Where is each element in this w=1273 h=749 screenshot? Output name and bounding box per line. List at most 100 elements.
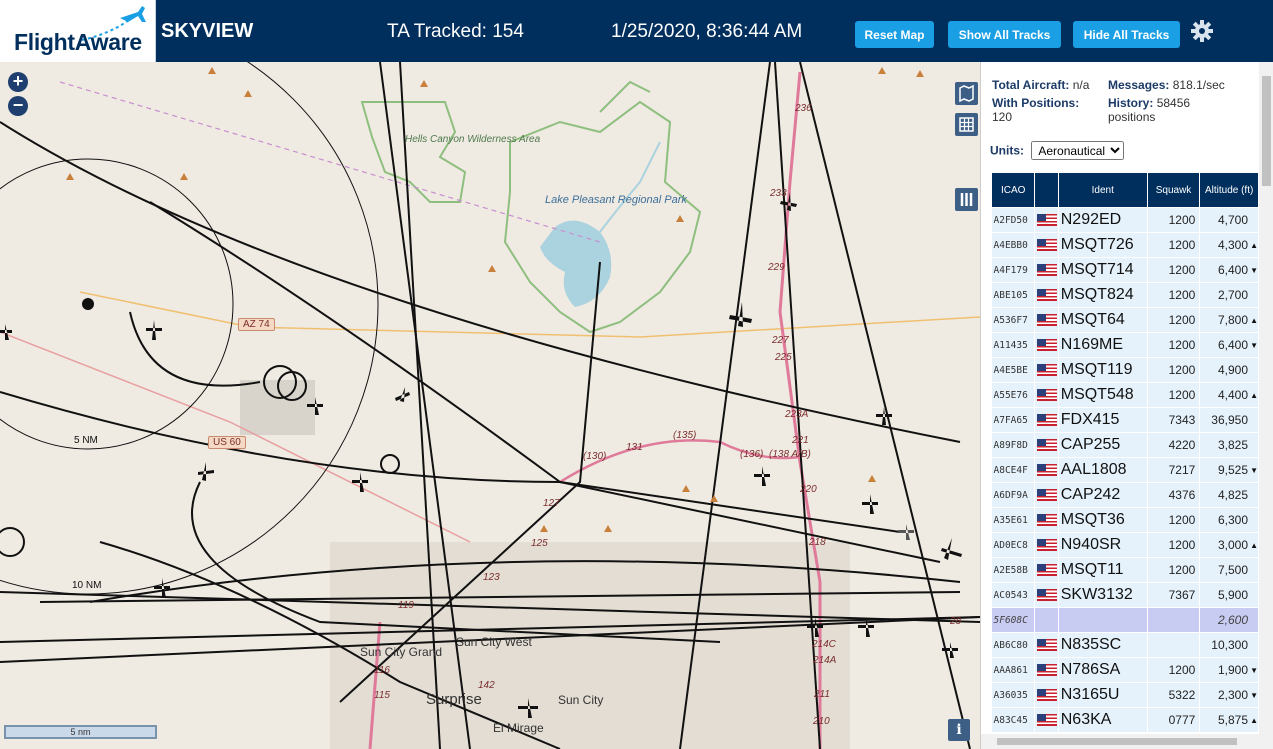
aircraft-row[interactable]: A36035 N3165U 5322 2,300 ▼: [991, 682, 1259, 708]
cell-altitude: 9,525 ▼: [1199, 457, 1259, 483]
gear-icon[interactable]: [1190, 19, 1214, 43]
cell-icao: AAA861: [991, 657, 1036, 683]
cell-flag: [1034, 607, 1059, 633]
map-canvas[interactable]: Hells Canyon Wilderness Area Lake Pleasa…: [0, 62, 980, 749]
map-label-lake-pleasant: Lake Pleasant Regional Park: [545, 194, 687, 206]
aircraft-row[interactable]: A536F7 MSQT64 1200 7,800 ▲: [991, 307, 1259, 333]
cell-squawk: 7217: [1147, 457, 1201, 483]
info-button[interactable]: i: [948, 719, 970, 741]
reset-map-button[interactable]: Reset Map: [855, 21, 934, 48]
aircraft-row[interactable]: A2E58B MSQT11 1200 7,500: [991, 557, 1259, 583]
column-header-flag[interactable]: [1034, 172, 1059, 208]
aircraft-row[interactable]: A6DF9A CAP242 4376 4,825: [991, 482, 1259, 508]
aircraft-row[interactable]: A2FD50 N292ED 1200 4,700: [991, 207, 1259, 233]
exit-label: (136): [740, 449, 764, 460]
map-label-sun-city: Sun City: [558, 693, 604, 707]
cell-flag: [1034, 407, 1059, 433]
column-header-ident[interactable]: Ident: [1057, 172, 1148, 208]
cell-squawk: 0777: [1147, 707, 1201, 733]
cell-altitude: 6,400 ▼: [1199, 332, 1259, 358]
cell-icao: ABE105: [991, 282, 1036, 308]
us-flag-icon: [1036, 589, 1057, 602]
aircraft-row[interactable]: 5F608C 2,600: [991, 607, 1259, 633]
cell-flag: [1034, 307, 1059, 333]
sidebar-scroll-thumb[interactable]: [1262, 76, 1271, 186]
us-flag-icon: [1036, 689, 1057, 702]
aircraft-row[interactable]: A11435 N169ME 1200 6,400 ▼: [991, 332, 1259, 358]
cell-squawk: 7367: [1147, 582, 1201, 608]
altitude-value: 6,400: [1217, 263, 1248, 277]
aircraft-row[interactable]: A35E61 MSQT36 1200 6,300: [991, 507, 1259, 533]
aircraft-row[interactable]: AB6C80 N835SC 10,300: [991, 632, 1259, 658]
aircraft-row[interactable]: A4E5BE MSQT119 1200 4,900: [991, 357, 1259, 383]
aircraft-row[interactable]: A4EBB0 MSQT726 1200 4,300 ▲: [991, 232, 1259, 258]
aircraft-table: ICAO Ident Squawk Altitude (ft) A2FD50 N2…: [990, 172, 1259, 733]
aircraft-row[interactable]: ABE105 MSQT824 1200 2,700: [991, 282, 1259, 308]
cell-altitude: 1,900 ▼: [1199, 657, 1259, 683]
map-layers-icon[interactable]: [955, 82, 978, 105]
sidebar-horizontal-scroll-thumb[interactable]: [997, 738, 1237, 745]
show-all-tracks-button[interactable]: Show All Tracks: [948, 21, 1061, 48]
aircraft-row[interactable]: AD0EC8 N940SR 1200 3,000 ▲: [991, 532, 1259, 558]
exit-label: (130): [583, 451, 607, 462]
altitude-value: 3,000: [1217, 538, 1248, 552]
clock: 1/25/2020, 8:36:44 AM: [611, 21, 803, 42]
altitude-value: 1,900: [1217, 663, 1248, 677]
exit-label: 214C: [812, 639, 836, 650]
column-header-altitude[interactable]: Altitude (ft): [1199, 172, 1259, 208]
aircraft-row[interactable]: A4F179 MSQT714 1200 6,400 ▼: [991, 257, 1259, 283]
column-header-icao[interactable]: ICAO: [990, 172, 1036, 208]
flightaware-logo[interactable]: FlightAware: [0, 0, 156, 62]
sidebar-toggle-icon[interactable]: [955, 188, 978, 211]
cell-flag: [1034, 707, 1059, 733]
cell-squawk: [1147, 632, 1201, 658]
cell-altitude: 7,500: [1199, 557, 1259, 583]
aircraft-row[interactable]: AAA861 N786SA 1200 1,900 ▼: [991, 657, 1259, 683]
cell-ident: N835SC: [1058, 632, 1148, 658]
hide-all-tracks-button[interactable]: Hide All Tracks: [1073, 21, 1180, 48]
zoom-in-button[interactable]: +: [8, 72, 28, 92]
cell-flag: [1034, 507, 1059, 533]
us-flag-icon: [1036, 714, 1057, 727]
cell-altitude: 2,600: [1199, 607, 1259, 633]
cell-ident: MSQT824: [1058, 282, 1148, 308]
cell-squawk: 1200: [1147, 657, 1201, 683]
us-flag-icon: [1036, 364, 1057, 377]
grid-toggle-icon[interactable]: [955, 113, 978, 136]
units-select[interactable]: Aeronautical: [1031, 141, 1125, 160]
altitude-trend-icon: ▲: [1250, 391, 1258, 400]
column-header-squawk[interactable]: Squawk: [1146, 172, 1201, 208]
aircraft-row[interactable]: A83C45 N63KA 0777 5,875 ▲: [991, 707, 1259, 733]
aircraft-row[interactable]: A89F8D CAP255 4220 3,825: [991, 432, 1259, 458]
aircraft-row[interactable]: A55E76 MSQT548 1200 4,400 ▲: [991, 382, 1259, 408]
altitude-value: 5,900: [1217, 588, 1248, 602]
cell-squawk: 1200: [1147, 357, 1201, 383]
total-aircraft-label: Total Aircraft:: [992, 78, 1070, 92]
cell-altitude: 4,700: [1199, 207, 1259, 233]
zoom-out-button[interactable]: −: [8, 96, 28, 116]
aircraft-row[interactable]: A8CE4F AAL1808 7217 9,525 ▼: [991, 457, 1259, 483]
cell-ident: CAP242: [1058, 482, 1148, 508]
exit-label: (135): [673, 430, 697, 441]
cell-altitude: 6,300: [1199, 507, 1259, 533]
highway-shield-us60: US 60: [208, 436, 246, 449]
cell-icao: A2FD50: [991, 207, 1036, 233]
aircraft-row[interactable]: AC0543 SKW3132 7367 5,900: [991, 582, 1259, 608]
cell-ident: MSQT548: [1058, 382, 1148, 408]
cell-altitude: 36,950: [1199, 407, 1259, 433]
us-flag-icon: [1036, 239, 1057, 252]
altitude-trend-icon: ▲: [1250, 316, 1258, 325]
altitude-trend-icon: ▲: [1250, 541, 1258, 550]
us-flag-icon: [1036, 414, 1057, 427]
exit-label: 131: [626, 442, 643, 453]
map-scale-bar: 5 nm: [4, 725, 157, 739]
cell-icao: 5F608C: [991, 607, 1036, 633]
cell-icao: AB6C80: [991, 632, 1036, 658]
altitude-value: 7,500: [1217, 563, 1248, 577]
cell-squawk: 1200: [1147, 207, 1201, 233]
us-flag-icon: [1036, 439, 1057, 452]
aircraft-row[interactable]: A7FA65 FDX415 7343 36,950: [991, 407, 1259, 433]
cell-squawk: 1200: [1147, 257, 1201, 283]
messages-stat: Messages: 818.1/sec: [1108, 78, 1225, 92]
cell-icao: A8CE4F: [991, 457, 1036, 483]
